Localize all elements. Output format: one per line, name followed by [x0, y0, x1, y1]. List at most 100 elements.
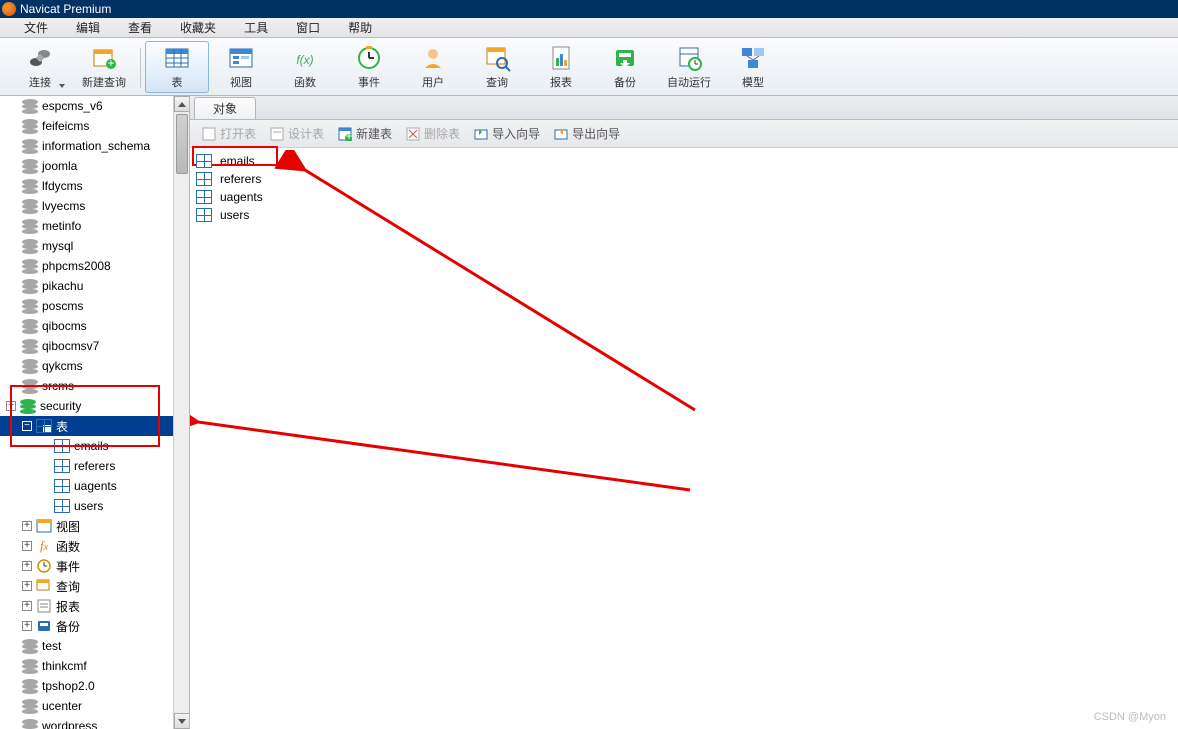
menu-help[interactable]: 帮助	[334, 17, 386, 38]
menu-window[interactable]: 窗口	[282, 17, 334, 38]
backup-icon	[36, 619, 52, 633]
db-item-test[interactable]: test	[0, 636, 173, 656]
db-item-qykcms[interactable]: qykcms	[0, 356, 173, 376]
objtool-icon	[554, 127, 568, 141]
expand-icon[interactable]: +	[22, 561, 32, 571]
tab-objects[interactable]: 对象	[194, 97, 256, 119]
menu-tools[interactable]: 工具	[230, 17, 282, 38]
toolbar-label: 视图	[230, 74, 252, 90]
objtool-icon	[202, 127, 216, 141]
svg-text:+: +	[346, 129, 353, 141]
tables-node[interactable]: −表	[0, 416, 173, 436]
database-icon	[22, 379, 38, 393]
db-label: test	[42, 639, 61, 653]
toolbar-model-button[interactable]: 模型	[721, 41, 785, 93]
sidebar: espcms_v6 feifeicms information_schemajoom…	[0, 96, 190, 729]
toolbar-connect-button[interactable]: 连接	[8, 41, 72, 93]
scroll-up-button[interactable]	[174, 96, 190, 112]
db-item-lvyecms[interactable]: lvyecms	[0, 196, 173, 216]
object-row-users[interactable]: users	[196, 206, 1172, 224]
menu-file[interactable]: 文件	[10, 17, 62, 38]
objtool-4[interactable]: 导入向导	[474, 125, 540, 142]
db-label: lvyecms	[42, 199, 85, 213]
object-row-uagents[interactable]: uagents	[196, 188, 1172, 206]
db-label: feifeicms	[42, 119, 89, 133]
table-item-referers[interactable]: referers	[0, 456, 173, 476]
objtool-icon	[474, 127, 488, 141]
db-tree[interactable]: espcms_v6 feifeicms information_schemajoom…	[0, 96, 173, 729]
menu-view[interactable]: 查看	[114, 17, 166, 38]
object-row-referers[interactable]: referers	[196, 170, 1172, 188]
scroll-down-button[interactable]	[174, 713, 190, 729]
db-item-srcms[interactable]: srcms	[0, 376, 173, 396]
svg-text:+: +	[107, 56, 114, 70]
db-item-ucenter[interactable]: ucenter	[0, 696, 173, 716]
table-icon	[196, 172, 212, 186]
db-item-thinkcmf[interactable]: thinkcmf	[0, 656, 173, 676]
child-node-view[interactable]: +视图	[0, 516, 173, 536]
object-label: users	[220, 208, 249, 222]
toolbar-report-button[interactable]: 报表	[529, 41, 593, 93]
db-label: poscms	[42, 299, 83, 313]
db-item-feifeicms[interactable]: feifeicms	[0, 116, 173, 136]
toolbar-view-button[interactable]: 视图	[209, 41, 273, 93]
toolbar-label: 查询	[486, 74, 508, 90]
db-item-qibocms[interactable]: qibocms	[0, 316, 173, 336]
objtool-3: 删除表	[406, 125, 460, 142]
child-node-backup[interactable]: +备份	[0, 616, 173, 636]
db-item-pikachu[interactable]: pikachu	[0, 276, 173, 296]
child-node-fx[interactable]: +fx函数	[0, 536, 173, 556]
child-node-query[interactable]: +查询	[0, 576, 173, 596]
db-item-security[interactable]: −security	[0, 396, 173, 416]
table-item-emails[interactable]: emails	[0, 436, 173, 456]
expand-icon[interactable]: +	[22, 581, 32, 591]
toolbar-func-button[interactable]: f(x)函数	[273, 41, 337, 93]
menu-fav[interactable]: 收藏夹	[166, 17, 230, 38]
expand-icon[interactable]: +	[22, 621, 32, 631]
expand-icon[interactable]: +	[22, 601, 32, 611]
expand-icon[interactable]: +	[22, 521, 32, 531]
toolbar-label: 自动运行	[667, 74, 711, 90]
objtool-5[interactable]: 导出向导	[554, 125, 620, 142]
db-item-joomla[interactable]: joomla	[0, 156, 173, 176]
db-label: lfdycms	[42, 179, 83, 193]
toolbar-event-button[interactable]: 事件	[337, 41, 401, 93]
toolbar-auto-button[interactable]: 自动运行	[657, 41, 721, 93]
objtool-2[interactable]: +新建表	[338, 125, 392, 142]
toolbar-user-button[interactable]: 用户	[401, 41, 465, 93]
toolbar-separator	[140, 48, 141, 88]
table-item-uagents[interactable]: uagents	[0, 476, 173, 496]
table-icon	[54, 499, 70, 513]
db-item-mysql[interactable]: mysql	[0, 236, 173, 256]
toolbar-newquery-button[interactable]: + 新建查询	[72, 41, 136, 93]
sidebar-scrollbar[interactable]	[173, 96, 189, 729]
tables-icon	[36, 419, 52, 433]
toolbar-backup-button[interactable]: 备份	[593, 41, 657, 93]
expand-icon[interactable]: +	[22, 541, 32, 551]
db-item-phpcms2008[interactable]: phpcms2008	[0, 256, 173, 276]
db-item-espcms_v6[interactable]: espcms_v6	[0, 96, 173, 116]
child-node-report[interactable]: +报表	[0, 596, 173, 616]
db-item-tpshop2.0[interactable]: tpshop2.0	[0, 676, 173, 696]
objtool-0: 打开表	[202, 125, 256, 142]
db-label: qibocmsv7	[42, 339, 99, 353]
toolbar-table-button[interactable]: 表	[145, 41, 209, 93]
toolbar-label: 新建查询	[82, 74, 126, 90]
collapse-icon[interactable]: −	[6, 401, 16, 411]
menu-edit[interactable]: 编辑	[62, 17, 114, 38]
database-icon	[22, 239, 38, 253]
objtool-icon	[270, 127, 284, 141]
child-node-clock[interactable]: +事件	[0, 556, 173, 576]
object-list[interactable]: emailsreferersuagents users	[190, 148, 1178, 729]
scroll-thumb[interactable]	[176, 114, 188, 174]
db-item-qibocmsv7[interactable]: qibocmsv7	[0, 336, 173, 356]
table-item-users[interactable]: users	[0, 496, 173, 516]
toolbar-query-button[interactable]: 查询	[465, 41, 529, 93]
db-item-poscms[interactable]: poscms	[0, 296, 173, 316]
db-item-information_schema[interactable]: information_schema	[0, 136, 173, 156]
db-item-metinfo[interactable]: metinfo	[0, 216, 173, 236]
object-row-emails[interactable]: emails	[196, 152, 1172, 170]
collapse-icon[interactable]: −	[22, 421, 32, 431]
db-item-wordpress[interactable]: wordpress	[0, 716, 173, 729]
db-item-lfdycms[interactable]: lfdycms	[0, 176, 173, 196]
